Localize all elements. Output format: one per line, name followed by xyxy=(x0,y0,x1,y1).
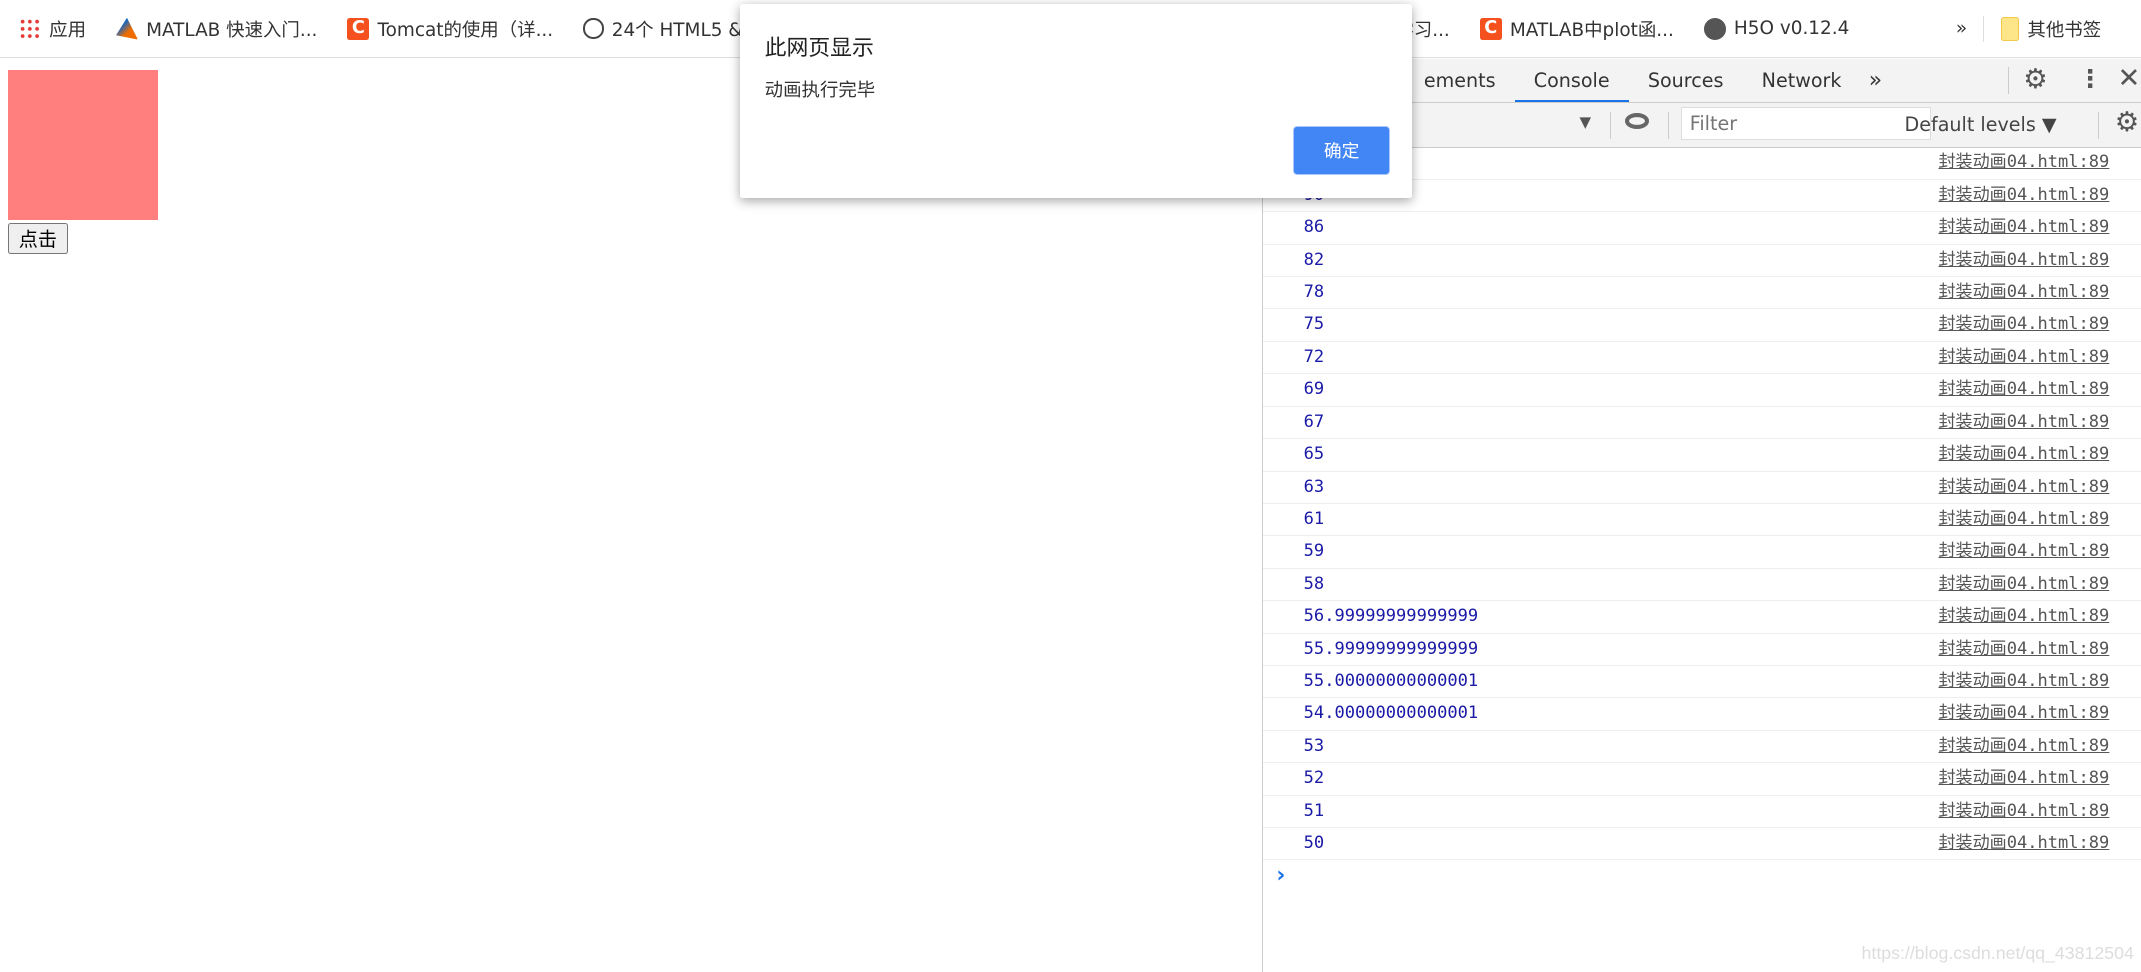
log-entry: 78 封装动画04.html:89 xyxy=(1262,277,2141,310)
context-dropdown-icon[interactable]: ▼ xyxy=(1580,113,1592,131)
log-value: 78 xyxy=(1303,282,1325,303)
dialog-message: 动画执行完毕 xyxy=(764,80,876,102)
log-value: 55.00000000000001 xyxy=(1303,670,1479,691)
bookmark-matlab-plot[interactable]: C MATLAB中plot函... xyxy=(1479,16,1674,42)
default-levels-dropdown[interactable]: Default levels ▼ xyxy=(1905,113,2057,136)
log-value: 82 xyxy=(1303,249,1325,270)
log-entry: 86 封装动画04.html:89 xyxy=(1262,212,2141,245)
log-source-link[interactable]: 封装动画04.html:89 xyxy=(1939,828,2110,859)
log-source-link[interactable]: 封装动画04.html:89 xyxy=(1939,277,2110,308)
log-source-link[interactable]: 封装动画04.html:89 xyxy=(1939,698,2110,729)
log-value: 72 xyxy=(1303,346,1325,367)
close-icon[interactable]: ✕ xyxy=(2118,63,2141,94)
bookmark-matlab[interactable]: MATLAB 快速入门... xyxy=(116,16,317,42)
log-source-link[interactable]: 封装动画04.html:89 xyxy=(1939,407,2110,438)
log-value: 53 xyxy=(1303,735,1325,756)
log-value: 59 xyxy=(1303,541,1325,562)
watermark: https://blog.csdn.net/qq_43812504 xyxy=(1861,943,2134,964)
other-bookmarks[interactable]: 其他书签 xyxy=(1983,15,2101,42)
console-log: 封装动画04.html:8990封装动画04.html:8986封装动画04.h… xyxy=(1262,147,2141,893)
log-entry: 51 封装动画04.html:89 xyxy=(1262,796,2141,828)
eye-icon[interactable] xyxy=(1624,112,1650,130)
log-source-link[interactable]: 封装动画04.html:89 xyxy=(1939,634,2110,665)
log-entry: 65 封装动画04.html:89 xyxy=(1262,439,2141,472)
log-source-link[interactable]: 封装动画04.html:89 xyxy=(1939,536,2110,567)
log-source-link[interactable]: 封装动画04.html:89 xyxy=(1939,569,2110,600)
ok-button[interactable]: 确定 xyxy=(1293,125,1391,175)
log-source-link[interactable]: 封装动画04.html:89 xyxy=(1939,180,2110,211)
log-entry: 59 封装动画04.html:89 xyxy=(1262,536,2141,569)
log-source-link[interactable]: 封装动画04.html:89 xyxy=(1939,796,2110,827)
log-entry: 50 封装动画04.html:89 xyxy=(1262,828,2141,861)
log-entry: 56.99999999999999 封装动画04.html:89 xyxy=(1262,601,2141,634)
log-source-link[interactable]: 封装动画04.html:89 xyxy=(1939,374,2110,405)
log-value: 67 xyxy=(1303,411,1325,432)
log-source-link[interactable]: 封装动画04.html:89 xyxy=(1939,504,2110,535)
log-value: 50 xyxy=(1303,832,1325,853)
log-value: 55.99999999999999 xyxy=(1303,638,1479,659)
log-source-link[interactable]: 封装动画04.html:89 xyxy=(1939,212,2110,243)
console-settings-icon[interactable]: ⚙ xyxy=(2115,107,2139,138)
log-source-link[interactable]: 封装动画04.html:89 xyxy=(1939,147,2110,178)
log-value: 61 xyxy=(1303,508,1325,529)
log-source-link[interactable]: 封装动画04.html:89 xyxy=(1939,472,2110,503)
log-value: 51 xyxy=(1303,800,1325,821)
log-entry: 58 封装动画04.html:89 xyxy=(1262,569,2141,602)
bookmark-h5o[interactable]: H5O v0.12.4 xyxy=(1703,17,1849,40)
bookmark-html5[interactable]: 24个 HTML5 & xyxy=(583,16,743,42)
log-entry: 63 封装动画04.html:89 xyxy=(1262,472,2141,504)
log-value: 52 xyxy=(1303,768,1325,789)
console-prompt[interactable]: › xyxy=(1263,860,2141,893)
log-source-link[interactable]: 封装动画04.html:89 xyxy=(1939,601,2110,632)
log-entry: 55.00000000000001 封装动画04.html:89 xyxy=(1262,666,2141,699)
click-button[interactable]: 点击 xyxy=(8,222,68,254)
log-entry: 82 封装动画04.html:89 xyxy=(1262,245,2141,278)
bookmark-tomcat[interactable]: C Tomcat的使用（详... xyxy=(347,16,553,42)
bookmark-apps[interactable]: 应用 xyxy=(19,16,86,42)
filter-input[interactable] xyxy=(1680,107,1932,140)
log-value: 58 xyxy=(1303,573,1325,594)
log-value: 56.99999999999999 xyxy=(1303,606,1479,627)
log-source-link[interactable]: 封装动画04.html:89 xyxy=(1939,245,2110,276)
dialog-title: 此网页显示 xyxy=(764,36,874,62)
csdn-icon: C xyxy=(347,17,370,40)
log-entry: 67 封装动画04.html:89 xyxy=(1262,407,2141,440)
tab-sources[interactable]: Sources xyxy=(1629,59,1743,103)
log-entry: 75 封装动画04.html:89 xyxy=(1262,309,2141,342)
apps-grid-icon xyxy=(19,17,41,40)
log-value: 54.00000000000001 xyxy=(1303,703,1479,724)
animated-box xyxy=(8,69,159,220)
tab-network[interactable]: Network xyxy=(1743,59,1861,103)
log-entry: 52 封装动画04.html:89 xyxy=(1262,763,2141,796)
log-source-link[interactable]: 封装动画04.html:89 xyxy=(1939,666,2110,697)
log-entry: 61 封装动画04.html:89 xyxy=(1262,504,2141,537)
log-source-link[interactable]: 封装动画04.html:89 xyxy=(1939,342,2110,373)
log-source-link[interactable]: 封装动画04.html:89 xyxy=(1939,439,2110,470)
csdn-icon: C xyxy=(1479,17,1502,40)
more-options-icon[interactable]: ⋮ xyxy=(2078,64,2103,93)
matlab-icon xyxy=(116,17,138,40)
globe-icon xyxy=(1703,17,1726,40)
log-entry: 53 封装动画04.html:89 xyxy=(1262,731,2141,764)
log-value: 86 xyxy=(1303,217,1325,238)
log-source-link[interactable]: 封装动画04.html:89 xyxy=(1939,309,2110,340)
log-source-link[interactable]: 封装动画04.html:89 xyxy=(1939,731,2110,762)
log-source-link[interactable]: 封装动画04.html:89 xyxy=(1939,763,2110,794)
settings-gear-icon[interactable]: ⚙ xyxy=(2023,64,2047,95)
log-value: 69 xyxy=(1303,379,1325,400)
log-entry: 69 封装动画04.html:89 xyxy=(1262,374,2141,407)
log-value: 75 xyxy=(1303,314,1325,335)
log-value: 65 xyxy=(1303,444,1325,465)
more-tabs-button[interactable]: » xyxy=(1861,59,1891,103)
log-entry: 55.99999999999999 封装动画04.html:89 xyxy=(1262,634,2141,666)
alert-dialog: 此网页显示 动画执行完毕 确定 xyxy=(740,4,1412,198)
log-value: 63 xyxy=(1303,476,1325,497)
bookmarks-more-button[interactable]: » xyxy=(1956,18,1967,39)
site-icon xyxy=(583,18,604,39)
log-entry: 72 封装动画04.html:89 xyxy=(1262,342,2141,375)
folder-icon xyxy=(2000,16,2020,41)
log-entry: 54.00000000000001 封装动画04.html:89 xyxy=(1262,698,2141,731)
tab-console[interactable]: Console xyxy=(1514,59,1629,103)
